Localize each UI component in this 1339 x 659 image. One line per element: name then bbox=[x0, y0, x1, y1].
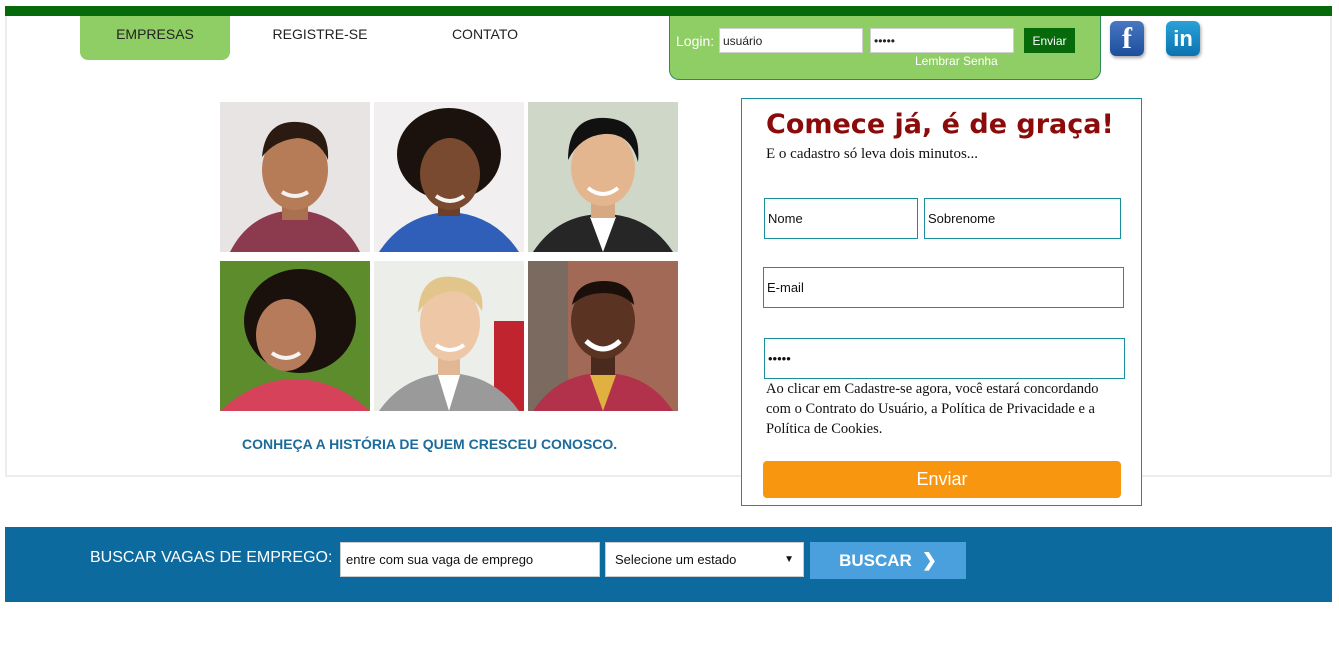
job-search-button-label: BUSCAR bbox=[839, 550, 912, 570]
password-field[interactable] bbox=[764, 338, 1125, 379]
linkedin-icon[interactable]: in bbox=[1166, 21, 1200, 56]
man-portrait-icon bbox=[528, 102, 678, 252]
man-portrait-icon bbox=[374, 261, 524, 411]
remember-password-link[interactable]: Lembrar Senha bbox=[915, 54, 998, 68]
email-field[interactable] bbox=[763, 267, 1124, 308]
person-photo-3 bbox=[528, 102, 678, 252]
login-panel: Login: Enviar Lembrar Senha bbox=[669, 16, 1101, 80]
woman-portrait-icon bbox=[220, 261, 370, 411]
person-photo-2 bbox=[374, 102, 524, 252]
state-select-value: Selecione um estado bbox=[615, 552, 737, 567]
person-photo-6 bbox=[528, 261, 678, 411]
job-search-input[interactable] bbox=[340, 542, 600, 577]
signup-submit-button[interactable]: Enviar bbox=[763, 461, 1121, 498]
people-gallery bbox=[220, 102, 678, 411]
linkedin-glyph: in bbox=[1173, 25, 1193, 51]
nav-item-registre-se[interactable]: REGISTRE-SE bbox=[230, 16, 410, 52]
person-photo-4 bbox=[220, 261, 370, 411]
terms-text: Ao clicar em Cadastre-se agora, você est… bbox=[766, 381, 1099, 437]
login-password-input[interactable] bbox=[870, 28, 1014, 53]
woman-portrait-icon bbox=[374, 102, 524, 252]
first-name-field[interactable] bbox=[764, 198, 918, 239]
top-green-bar bbox=[5, 6, 1332, 16]
dropdown-arrow-icon: ▼ bbox=[784, 554, 794, 565]
last-name-field[interactable] bbox=[924, 198, 1121, 239]
nav-item-empresas[interactable]: EMPRESAS bbox=[80, 16, 230, 60]
chevron-right-icon: ❯ bbox=[921, 550, 937, 570]
job-search-label: BUSCAR VAGAS DE EMPREGO: bbox=[90, 549, 333, 566]
signup-title: Comece já, é de graça! bbox=[766, 109, 1114, 140]
nav-item-contato[interactable]: CONTATO bbox=[410, 16, 560, 52]
login-label: Login: bbox=[676, 33, 715, 49]
login-submit-button[interactable]: Enviar bbox=[1024, 28, 1075, 53]
job-search-bar: BUSCAR VAGAS DE EMPREGO: Selecione um es… bbox=[5, 527, 1332, 602]
facebook-glyph: f bbox=[1122, 21, 1132, 55]
man-portrait-icon bbox=[220, 102, 370, 252]
facebook-icon[interactable]: f bbox=[1110, 21, 1144, 56]
man-portrait-icon bbox=[528, 261, 678, 411]
login-username-input[interactable] bbox=[719, 28, 863, 53]
person-photo-1 bbox=[220, 102, 370, 252]
person-photo-5 bbox=[374, 261, 524, 411]
state-select[interactable]: Selecione um estado ▼ bbox=[605, 542, 804, 577]
signup-subtitle: E o cadastro só leva dois minutos... bbox=[766, 146, 979, 162]
signup-panel: Comece já, é de graça! E o cadastro só l… bbox=[741, 98, 1142, 506]
job-search-button[interactable]: BUSCAR ❯ bbox=[810, 542, 966, 579]
story-link[interactable]: CONHEÇA A HISTÓRIA DE QUEM CRESCEU CONOS… bbox=[242, 436, 617, 452]
main-nav: EMPRESAS REGISTRE-SE CONTATO bbox=[80, 16, 560, 60]
